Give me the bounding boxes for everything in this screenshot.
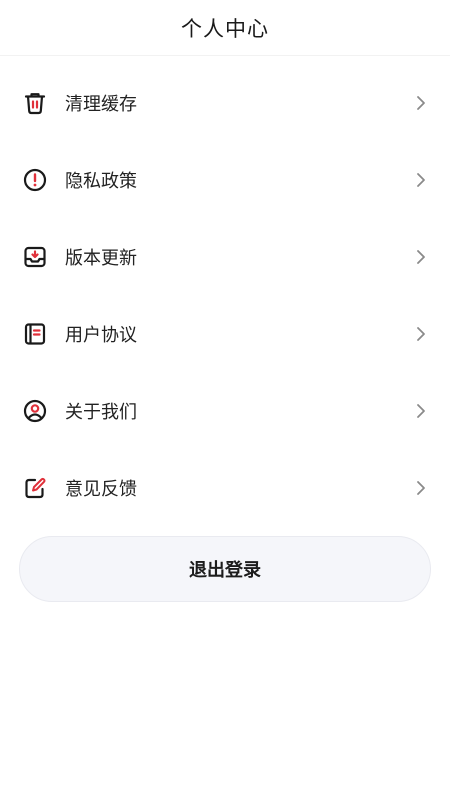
menu-item-version-update[interactable]: 版本更新 bbox=[0, 218, 450, 295]
profile-page: 个人中心 清理缓存 隐私政策 版本更新 用户协议 关于我们 意见反馈 退出登录 bbox=[0, 0, 450, 800]
menu-item-label: 用户协议 bbox=[65, 324, 137, 346]
top-bar: 个人中心 bbox=[0, 0, 450, 56]
edit-icon bbox=[22, 475, 48, 501]
chevron-right-icon bbox=[414, 94, 428, 112]
logout-container: 退出登录 bbox=[0, 536, 450, 602]
menu-item-label: 隐私政策 bbox=[65, 170, 137, 192]
menu-item-label: 清理缓存 bbox=[65, 93, 137, 115]
menu-item-about-us[interactable]: 关于我们 bbox=[0, 372, 450, 449]
document-icon bbox=[22, 321, 48, 347]
chevron-right-icon bbox=[414, 248, 428, 266]
menu-item-label: 关于我们 bbox=[65, 401, 137, 423]
menu-item-label: 版本更新 bbox=[65, 247, 137, 269]
menu-item-feedback[interactable]: 意见反馈 bbox=[0, 449, 450, 526]
menu-item-privacy-policy[interactable]: 隐私政策 bbox=[0, 141, 450, 218]
alert-circle-icon bbox=[22, 167, 48, 193]
trash-icon bbox=[22, 90, 48, 116]
user-circle-icon bbox=[22, 398, 48, 424]
settings-menu: 清理缓存 隐私政策 版本更新 用户协议 关于我们 意见反馈 bbox=[0, 64, 450, 526]
inbox-download-icon bbox=[22, 244, 48, 270]
menu-item-label: 意见反馈 bbox=[65, 478, 137, 500]
chevron-right-icon bbox=[414, 325, 428, 343]
menu-item-clear-cache[interactable]: 清理缓存 bbox=[0, 64, 450, 141]
page-title: 个人中心 bbox=[181, 16, 269, 41]
logout-button[interactable]: 退出登录 bbox=[19, 536, 431, 602]
chevron-right-icon bbox=[414, 171, 428, 189]
menu-item-user-agreement[interactable]: 用户协议 bbox=[0, 295, 450, 372]
chevron-right-icon bbox=[414, 479, 428, 497]
chevron-right-icon bbox=[414, 402, 428, 420]
